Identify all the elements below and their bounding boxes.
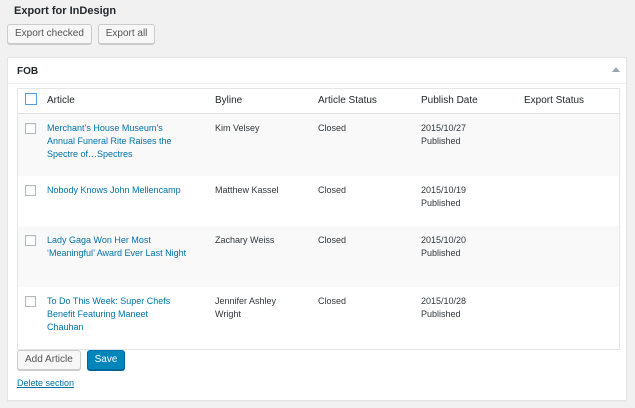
- article-status-cell: Closed: [318, 235, 347, 245]
- section-header: FOB: [8, 58, 626, 84]
- table-row: Nobody Knows John Mellencamp Matthew Kas…: [18, 176, 619, 226]
- publish-date-cell: 2015/10/19 Published: [421, 176, 524, 226]
- column-header-publish-date: Publish Date: [421, 89, 524, 114]
- article-status-cell: Closed: [318, 122, 347, 133]
- publish-state: Published: [421, 248, 461, 258]
- byline-cell: Matthew Kassel: [215, 185, 279, 195]
- publish-date-cell: 2015/10/20 Published: [421, 226, 524, 287]
- column-header-byline: Byline: [215, 89, 318, 114]
- byline-cell: Zachary Weiss: [215, 235, 275, 245]
- export-status-cell: [524, 287, 619, 349]
- publish-date: 2015/10/20: [421, 235, 467, 245]
- column-header-export-status: Export Status: [524, 89, 619, 114]
- table-row: To Do This Week: Super Chefs Benefit Fea…: [18, 287, 619, 349]
- row-checkbox[interactable]: [25, 122, 36, 134]
- table-header-row: Article Byline Article Status Publish Da…: [18, 89, 619, 114]
- publish-date-cell: 2015/10/28 Published: [421, 287, 524, 349]
- article-link[interactable]: Merchant’s House Museum’s Annual Funeral…: [47, 122, 187, 161]
- article-link[interactable]: Nobody Knows John Mellencamp: [47, 184, 187, 197]
- byline-cell: Kim Velsey: [215, 122, 260, 133]
- export-checked-button[interactable]: Export checked: [7, 24, 92, 44]
- table-row: Lady Gaga Won Her Most ‘Meaningful’ Awar…: [18, 226, 619, 287]
- articles-table: Article Byline Article Status Publish Da…: [17, 88, 620, 350]
- column-header-article-status: Article Status: [318, 89, 421, 114]
- export-status-cell: [524, 226, 619, 287]
- table-row: Merchant’s House Museum’s Annual Funeral…: [18, 113, 619, 176]
- publish-state: Published: [421, 309, 461, 319]
- delete-section-link[interactable]: Delete section: [17, 378, 74, 388]
- publish-state: Published: [421, 198, 461, 208]
- article-status-cell: Closed: [318, 185, 347, 195]
- export-all-button[interactable]: Export all: [97, 24, 156, 44]
- article-link[interactable]: To Do This Week: Super Chefs Benefit Fea…: [47, 295, 187, 334]
- column-header-article: Article: [47, 89, 215, 114]
- page-title: Export for InDesign: [14, 5, 117, 17]
- publish-date: 2015/10/27: [421, 122, 467, 133]
- triangle-up-icon[interactable]: [612, 67, 620, 72]
- section-title: FOB: [17, 66, 39, 77]
- article-link[interactable]: Lady Gaga Won Her Most ‘Meaningful’ Awar…: [47, 234, 187, 260]
- section-actions: Add Article Save: [17, 350, 128, 370]
- save-button[interactable]: Save: [86, 350, 126, 370]
- row-checkbox[interactable]: [25, 235, 36, 246]
- publish-date-cell: 2015/10/27 Published: [421, 113, 524, 176]
- select-all-cell: [18, 89, 47, 114]
- add-article-button[interactable]: Add Article: [17, 350, 81, 370]
- top-actions: Export checked Export all: [7, 24, 158, 44]
- publish-date: 2015/10/19: [421, 185, 467, 195]
- export-status-cell: [524, 113, 619, 176]
- row-checkbox[interactable]: [25, 185, 36, 196]
- section-box: FOB Article Byline Article Status Publis…: [7, 57, 627, 401]
- publish-state: Published: [421, 135, 461, 146]
- export-status-cell: [524, 176, 619, 226]
- article-status-cell: Closed: [318, 296, 347, 306]
- select-all-checkbox[interactable]: [25, 93, 37, 106]
- byline-cell: Jennifer Ashley Wright: [215, 296, 277, 319]
- publish-date: 2015/10/28: [421, 296, 467, 306]
- row-checkbox[interactable]: [25, 296, 36, 307]
